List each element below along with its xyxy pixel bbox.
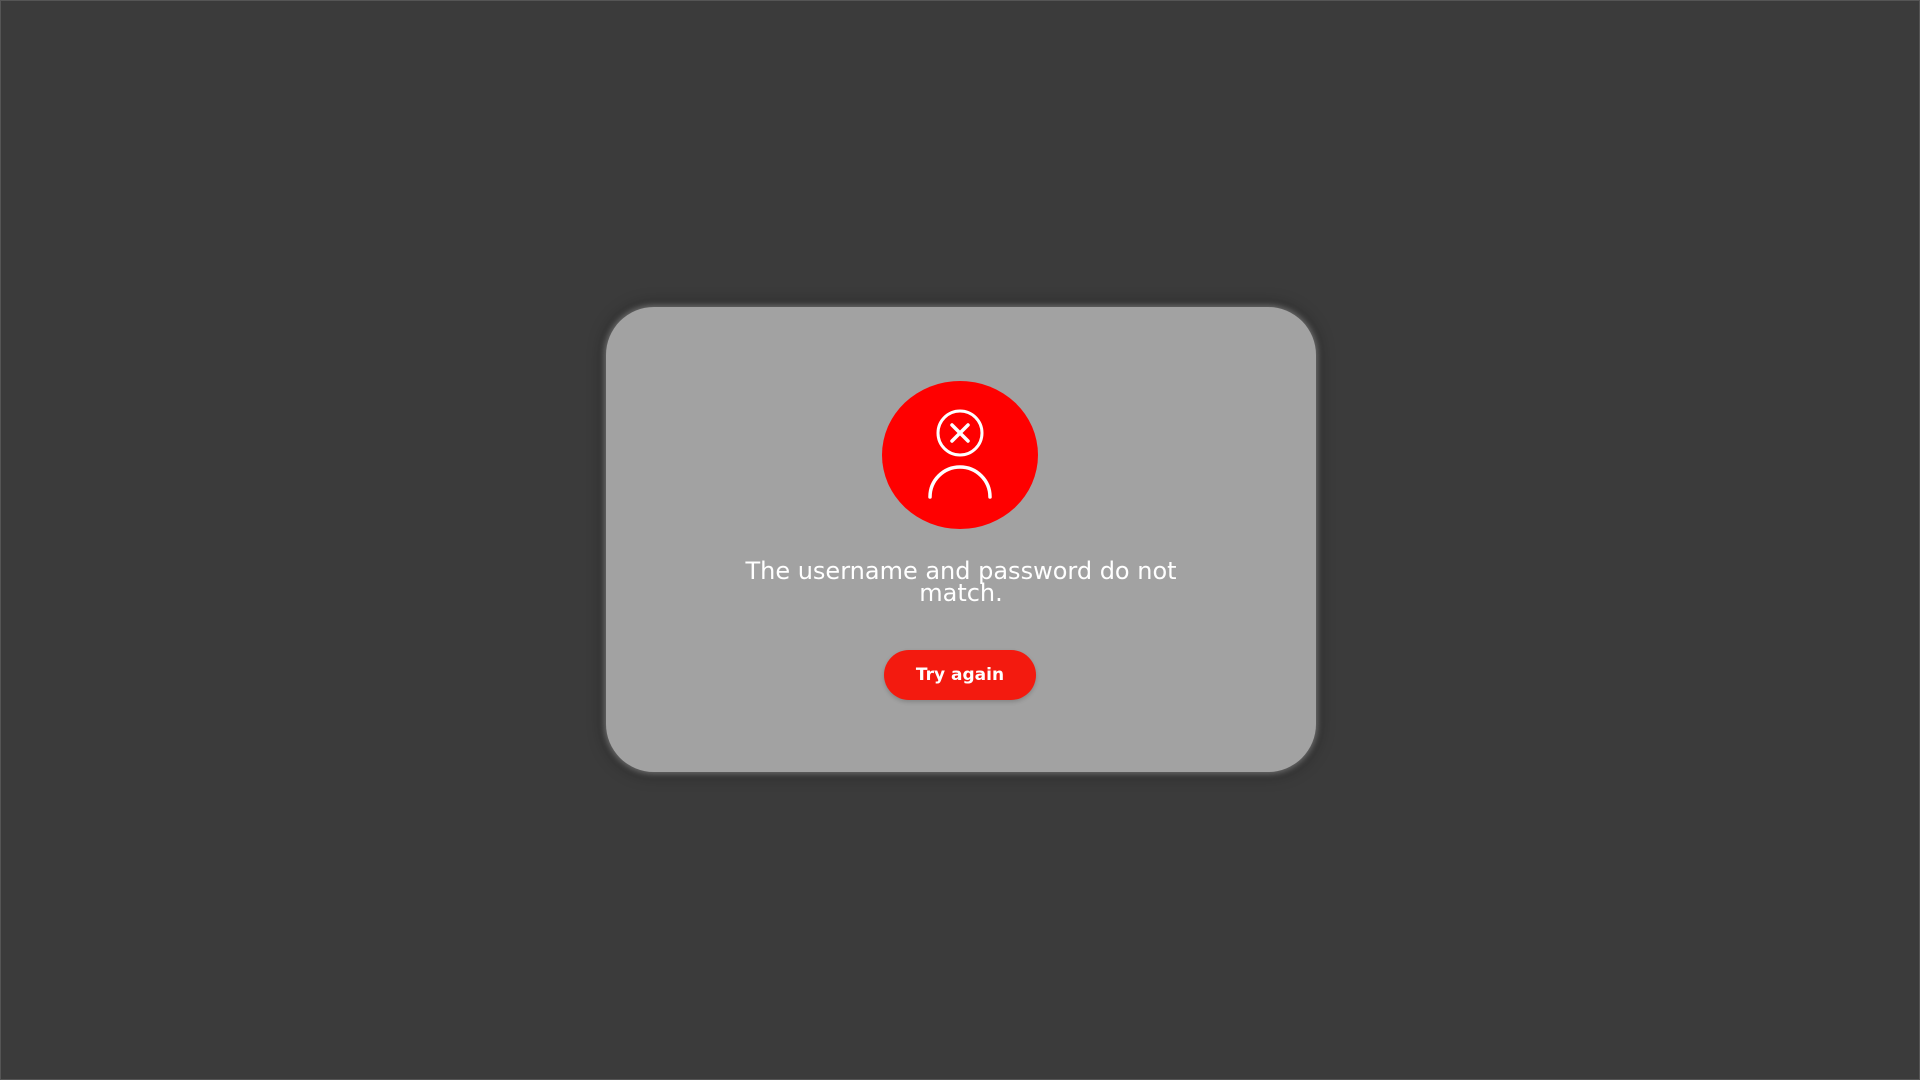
- error-message: The username and password do not match.: [745, 557, 1177, 607]
- user-error-icon-glyph: [928, 409, 992, 499]
- try-again-button[interactable]: Try again: [884, 650, 1036, 700]
- user-error-icon: [882, 381, 1038, 529]
- error-dialog: The username and password do not match. …: [606, 307, 1316, 772]
